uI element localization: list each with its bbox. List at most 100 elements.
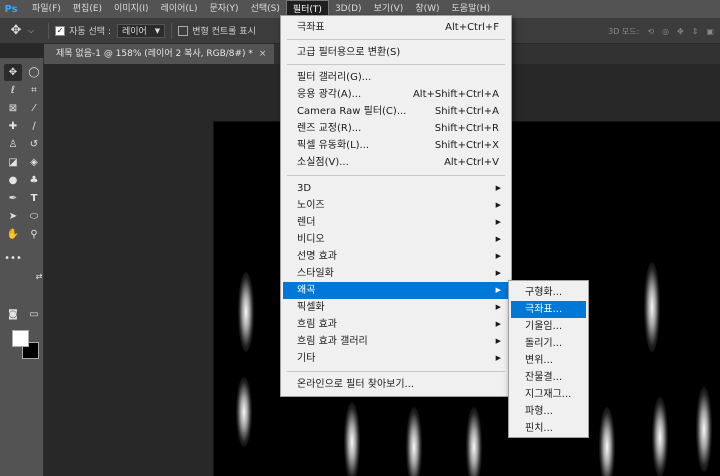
frame-icon[interactable]: ⊠ (4, 100, 22, 117)
menu-item-stylize[interactable]: 스타일화 ▶ (283, 265, 509, 282)
pen-icon[interactable]: ✒ (4, 190, 22, 207)
eraser-icon[interactable]: ◪ (4, 154, 22, 171)
menu-item-distort[interactable]: 왜곡 ▶ (283, 282, 509, 299)
divider (48, 22, 50, 39)
submenu-arrow-icon: ▶ (495, 303, 501, 311)
submenu-arrow-icon: ▶ (495, 320, 501, 328)
3d-scale-icon[interactable]: ▣ (706, 27, 714, 36)
paint-bucket-icon[interactable]: ◈ (25, 154, 43, 171)
submenu-item-displace[interactable]: 변위... (511, 352, 586, 369)
submenu-item-polar-coordinates[interactable]: 극좌표... (511, 301, 586, 318)
type-icon[interactable]: T (25, 190, 43, 207)
auto-select-target-select[interactable]: 레이어 ▼ (116, 23, 166, 38)
menu-item-lens-correction[interactable]: 렌즈 교정(R)... Shift+Ctrl+R (283, 120, 509, 137)
submenu-item-ripple[interactable]: 잔물결... (511, 369, 586, 386)
screen-mode-icon[interactable]: ▭ (25, 306, 43, 323)
photoshop-window: Ps 파일(F) 편집(E) 이미지(I) 레이어(L) 문자(Y) 선택(S)… (0, 0, 720, 476)
document-tab[interactable]: 제목 없음-1 @ 158% (레이어 2 복사, RGB/8#) * × (44, 44, 275, 64)
menu-image[interactable]: 이미지(I) (108, 0, 155, 18)
light-streak (599, 407, 615, 476)
menu-item-blur-gallery[interactable]: 흐림 효과 갤러리 ▶ (283, 333, 509, 350)
menu-separator (287, 64, 505, 65)
submenu-arrow-icon: ▶ (495, 201, 501, 209)
light-streak (238, 272, 254, 352)
move-tool-icon[interactable]: ✥ (4, 64, 22, 81)
quick-mask-icon[interactable]: ◙ (4, 306, 22, 323)
filter-menu: 극좌표 Alt+Ctrl+F 고급 필터용으로 변환(S) 필터 갤러리(G)..… (280, 15, 512, 397)
light-streak (696, 387, 712, 472)
menu-item-filter-gallery[interactable]: 필터 갤러리(G)... (283, 69, 509, 86)
3d-orbit-icon[interactable]: ⟲ (647, 27, 654, 36)
ps-logo: Ps (4, 3, 18, 15)
submenu-arrow-icon: ▶ (495, 184, 501, 192)
3d-mode-controls: 3D 모드: ⟲ ◎ ✥ ⇕ ▣ (608, 18, 714, 44)
menu-item-sharpen[interactable]: 선명 효과 ▶ (283, 248, 509, 265)
menu-item-browse-filters-online[interactable]: 온라인으로 필터 찾아보기... (283, 376, 509, 393)
submenu-item-shear[interactable]: 기울임... (511, 318, 586, 335)
menu-layer[interactable]: 레이어(L) (155, 0, 204, 18)
crop-icon[interactable]: ⌗ (25, 82, 43, 99)
submenu-arrow-icon: ▶ (495, 252, 501, 260)
dodge-icon[interactable]: ♣ (25, 172, 43, 189)
ellipse-shape-icon[interactable]: ⬭ (25, 208, 43, 225)
submenu-item-twirl[interactable]: 돌리기... (511, 335, 586, 352)
hand-icon[interactable]: ✋ (4, 226, 22, 243)
zoom-icon[interactable]: ⚲ (25, 226, 43, 243)
document-tab-title: 제목 없음-1 @ 158% (레이어 2 복사, RGB/8#) * (56, 49, 253, 59)
eyedropper-icon[interactable]: ⁄ (25, 100, 43, 117)
menu-item-blur[interactable]: 흐림 효과 ▶ (283, 316, 509, 333)
submenu-item-zigzag[interactable]: 지그재그... (511, 386, 586, 403)
menu-item-vanishing-point[interactable]: 소실점(V)... Alt+Ctrl+V (283, 154, 509, 171)
transform-controls-checkbox[interactable] (178, 25, 189, 36)
light-streak (344, 402, 360, 476)
elliptical-marquee-icon[interactable]: ◯ (25, 64, 43, 81)
close-icon[interactable]: × (259, 44, 267, 64)
menu-item-adaptive-wide-angle[interactable]: 응용 광각(A)... Alt+Shift+Ctrl+A (283, 86, 509, 103)
menu-item-convert-smart-filters[interactable]: 고급 필터용으로 변환(S) (283, 44, 509, 61)
healing-brush-icon[interactable]: ✚ (4, 118, 22, 135)
auto-select-checkbox[interactable]: ✓ (55, 25, 66, 36)
menu-edit[interactable]: 편집(E) (67, 0, 108, 18)
menu-item-video[interactable]: 비디오 ▶ (283, 231, 509, 248)
menu-file[interactable]: 파일(F) (26, 0, 67, 18)
blur-icon[interactable]: ● (4, 172, 22, 189)
submenu-item-pinch[interactable]: 핀치... (511, 420, 586, 437)
tool-preset-dropdown-icon[interactable]: ⌵ (28, 26, 34, 36)
light-streak (644, 262, 660, 352)
history-brush-icon[interactable]: ↺ (25, 136, 43, 153)
toolbox: ✥ ◯ ℓ ⌗ ⊠ ⁄ ✚ ∕ ♙ ↺ ◪ ◈ ● ♣ ✒ T ➤ ⬭ ✋ ⚲ … (0, 58, 44, 476)
foreground-color-swatch[interactable] (12, 330, 29, 347)
light-streak (236, 377, 252, 447)
submenu-arrow-icon: ▶ (495, 337, 501, 345)
brush-icon[interactable]: ∕ (25, 118, 43, 135)
menu-item-pixelate[interactable]: 픽셀화 ▶ (283, 299, 509, 316)
menu-item-liquify[interactable]: 픽셀 유동화(L)... Shift+Ctrl+X (283, 137, 509, 154)
submenu-item-wave[interactable]: 파형... (511, 403, 586, 420)
divider (171, 22, 173, 39)
menu-item-other[interactable]: 기타 ▶ (283, 350, 509, 367)
auto-select-label: 자동 선택 : (69, 27, 111, 37)
menu-item-noise[interactable]: 노이즈 ▶ (283, 197, 509, 214)
menu-item-3d[interactable]: 3D ▶ (283, 180, 509, 197)
menu-item-render[interactable]: 렌더 ▶ (283, 214, 509, 231)
menu-type[interactable]: 문자(Y) (203, 0, 244, 18)
distort-submenu: 구형화... 극좌표... 기울임... 돌리기... 변위... 잔물결...… (508, 280, 589, 438)
submenu-arrow-icon: ▶ (495, 269, 501, 277)
light-streak (406, 407, 422, 476)
3d-slide-icon[interactable]: ⇕ (692, 27, 699, 36)
3d-roll-icon[interactable]: ◎ (662, 27, 669, 36)
transform-controls-label: 변형 컨트롤 표시 (192, 27, 256, 37)
3d-pan-icon[interactable]: ✥ (677, 27, 684, 36)
light-streak (466, 407, 482, 476)
path-selection-icon[interactable]: ➤ (4, 208, 22, 225)
submenu-arrow-icon: ▶ (495, 286, 501, 294)
menu-item-camera-raw[interactable]: Camera Raw 필터(C)... Shift+Ctrl+A (283, 103, 509, 120)
light-streak (652, 397, 668, 476)
lasso-icon[interactable]: ℓ (4, 82, 22, 99)
submenu-item-spherize[interactable]: 구형화... (511, 284, 586, 301)
move-tool-icon[interactable]: ✥ (4, 23, 28, 38)
clone-stamp-icon[interactable]: ♙ (4, 136, 22, 153)
more-tools-icon[interactable]: ••• (4, 250, 22, 267)
submenu-arrow-icon: ▶ (495, 354, 501, 362)
menu-item-last-filter[interactable]: 극좌표 Alt+Ctrl+F (283, 19, 509, 36)
